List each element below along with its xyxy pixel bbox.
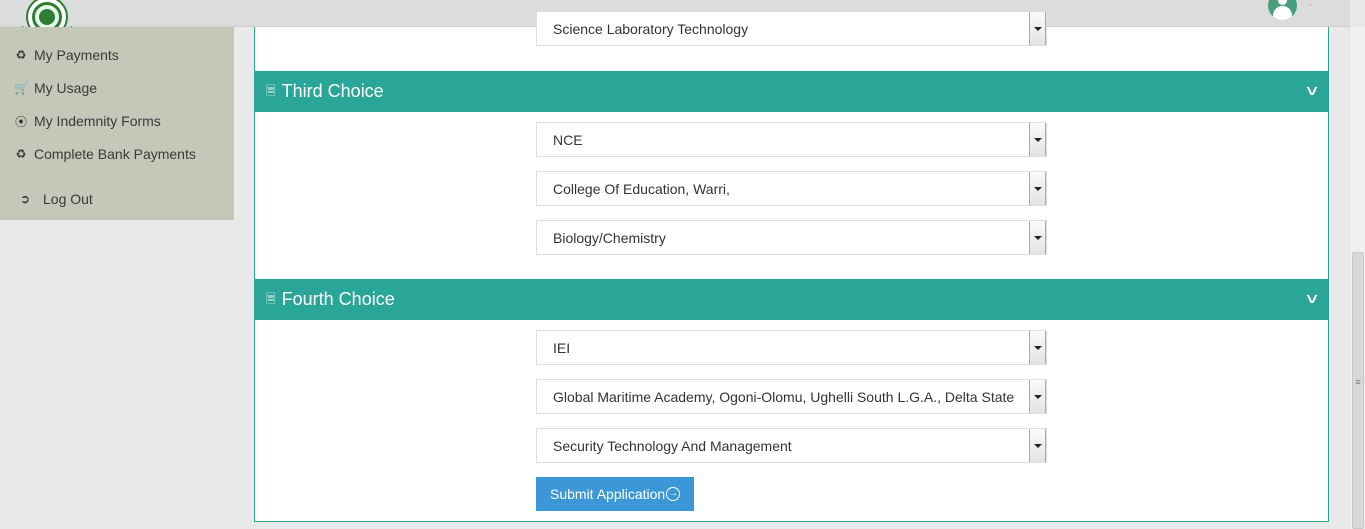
select-value: Science Laboratory Technology: [553, 21, 749, 37]
scrollbar-thumb[interactable]: ≡: [1352, 252, 1364, 529]
fourth-choice-header[interactable]: 🗏 Fourth Choice ∨: [255, 279, 1328, 320]
sidebar: ♻ My Payments 🛒 My Usage ⦿ My Indemnity …: [0, 27, 234, 220]
third-choice-level-select[interactable]: NCE: [536, 122, 1047, 157]
submit-label: Submit Application: [550, 486, 666, 502]
chevron-down-icon[interactable]: ∨: [1304, 82, 1320, 99]
submit-application-button[interactable]: Submit Application →: [536, 477, 694, 511]
grip-icon: ≡: [1355, 377, 1361, 387]
choices-panel: Science Laboratory Technology 🗏 Third Ch…: [254, 11, 1329, 522]
select-arrow-icon[interactable]: [1029, 429, 1046, 462]
circle-arrow-icon: ⦿: [14, 114, 27, 129]
logout-icon: ➲: [19, 192, 31, 206]
recycle-icon: ♻: [15, 48, 27, 62]
select-arrow-icon[interactable]: [1029, 172, 1046, 205]
avatar-body: [1273, 6, 1292, 20]
page-scrollbar[interactable]: ≡: [1349, 27, 1365, 529]
third-choice-header[interactable]: 🗏 Third Choice ∨: [255, 71, 1328, 112]
select-value: IEI: [553, 340, 571, 356]
third-choice-institution-select[interactable]: College Of Education, Warri,: [536, 171, 1047, 206]
sidebar-item-my-indemnity-forms[interactable]: ⦿ My Indemnity Forms: [14, 111, 161, 131]
sidebar-item-label: My Indemnity Forms: [34, 113, 161, 129]
sidebar-item-logout[interactable]: ➲ Log Out: [18, 189, 93, 209]
fourth-choice-course-select[interactable]: Security Technology And Management: [536, 428, 1047, 463]
select-arrow-icon[interactable]: [1029, 221, 1046, 254]
select-value: Global Maritime Academy, Ogoni-Olomu, Ug…: [553, 389, 1015, 405]
id-card-icon: 🗏: [266, 292, 276, 306]
select-value: NCE: [553, 132, 583, 148]
sidebar-item-complete-bank-payments[interactable]: ♻ Complete Bank Payments: [14, 144, 196, 164]
id-card-icon: 🗏: [266, 84, 276, 98]
recycle-icon: ♻: [15, 147, 27, 161]
avatar-head: [1278, 0, 1287, 5]
select-arrow-icon[interactable]: [1029, 331, 1046, 364]
chevron-down-icon[interactable]: ∨: [1304, 290, 1320, 307]
second-choice-course-select[interactable]: Science Laboratory Technology: [536, 11, 1047, 46]
select-arrow-icon[interactable]: [1029, 12, 1046, 45]
sidebar-item-label: Complete Bank Payments: [34, 146, 196, 162]
section-title: Fourth Choice: [281, 289, 395, 309]
select-value: Biology/Chemistry: [553, 230, 666, 246]
sidebar-item-label: My Payments: [34, 47, 119, 63]
sidebar-item-my-usage[interactable]: 🛒 My Usage: [14, 78, 97, 98]
sidebar-item-label: My Usage: [34, 80, 98, 96]
section-title: Third Choice: [281, 81, 384, 101]
sidebar-item-label: Log Out: [43, 191, 93, 207]
third-choice-course-select[interactable]: Biology/Chemistry: [536, 220, 1047, 255]
logo-core: [39, 9, 55, 25]
fourth-choice-level-select[interactable]: IEI: [536, 330, 1047, 365]
chevron-down-icon[interactable]: ⌄: [1306, 0, 1314, 9]
select-arrow-icon[interactable]: [1029, 380, 1046, 413]
select-value: Security Technology And Management: [553, 438, 792, 454]
fourth-choice-institution-select[interactable]: Global Maritime Academy, Ogoni-Olomu, Ug…: [536, 379, 1047, 414]
arrow-circle-right-icon: →: [666, 487, 681, 501]
user-avatar-icon[interactable]: [1268, 0, 1297, 20]
cart-icon: 🛒: [14, 81, 29, 95]
select-value: College Of Education, Warri,: [553, 181, 730, 197]
select-arrow-icon[interactable]: [1029, 123, 1046, 156]
sidebar-item-my-payments[interactable]: ♻ My Payments: [14, 45, 119, 65]
